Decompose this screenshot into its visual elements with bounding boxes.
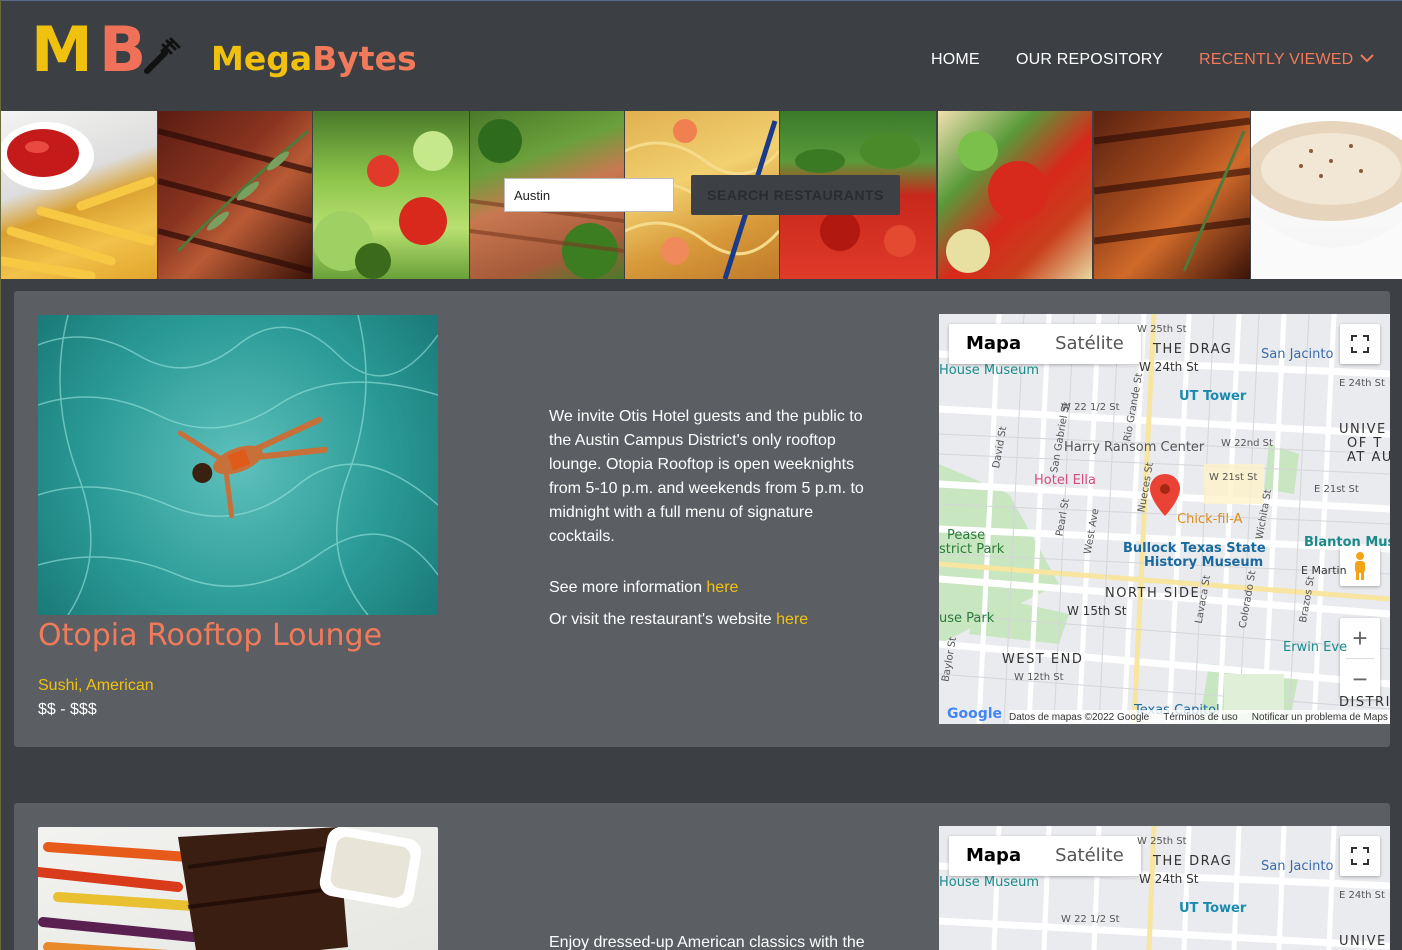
website-text: Or visit the restaurant's website [549,611,777,628]
restaurant-description: Enjoy dressed-up American classics with … [549,934,865,950]
map-label-harry-ransom: Harry Ransom Center [1064,440,1205,455]
map-label-bullock-1: Bullock Texas State [1123,541,1266,556]
map-label-blanton: Blanton Muse [1304,535,1390,550]
map-label-san-jacinto: San Jacinto [1261,859,1334,874]
map-label-distri: DISTRI [1339,695,1390,710]
more-info-link[interactable]: here [706,579,738,596]
map-report-link[interactable]: Notificar un problema de Maps [1252,712,1388,723]
map-label-pease-1: Pease [947,528,986,543]
nav-home[interactable]: HOME [931,50,980,70]
map-label-erwin: Erwin Eve [1283,640,1348,655]
map-label-w25: W 25th St [1137,836,1187,847]
location-pin-icon[interactable] [1150,474,1180,516]
food-image-cappuccino [1251,111,1402,279]
search-restaurants-button[interactable]: SEARCH RESTAURANTS [691,175,900,215]
map-label-w22-half: W 22 1/2 St [1061,914,1120,925]
website-link[interactable]: here [776,611,808,628]
map-label-e24: E 24th St [1339,890,1385,901]
zoom-in-button[interactable]: + [1352,618,1367,658]
fullscreen-button[interactable] [1340,836,1380,876]
map-label-w21: W 21st St [1209,472,1258,483]
map-label-chick-fil-a: Chick-fil-A [1177,512,1243,527]
map-label-w24: W 24th St [1139,360,1199,374]
pool-swimmer-image [38,315,438,615]
more-info-line: See more information here [549,579,738,597]
search-input[interactable] [504,178,674,212]
map-label-univ3: AT AU [1347,450,1390,465]
food-image-salad [313,111,469,279]
map-label-e24: E 24th St [1339,378,1385,389]
restaurant-price: $$ - $$$ [38,701,97,718]
grilled-meat-vegetables-image [38,827,422,950]
map-label-north-side: NORTH SIDE [1105,586,1201,601]
fork-icon [144,37,181,74]
map-label-ut-tower: UT Tower [1179,389,1247,404]
megabytes-logo[interactable]: M B [31,19,186,81]
map-label-use-park: use Park [939,611,995,626]
restaurant-categories: Sushi, American [38,677,154,694]
map-terms-link[interactable]: Términos de uso [1163,712,1237,723]
website-line: Or visit the restaurant's website here [549,611,808,629]
food-image-taco [938,111,1092,279]
restaurant-photo [38,315,438,615]
map-label-w24: W 24th St [1139,872,1199,886]
food-image-chicken [1094,111,1250,279]
map-label-w25: W 25th St [1137,324,1187,335]
fullscreen-icon [1351,335,1369,353]
map-label-w12: W 12th St [1014,672,1064,683]
nav-recently-viewed[interactable]: RECENTLY VIEWED [1199,50,1353,70]
map-label-san-jacinto: San Jacinto [1261,347,1334,362]
google-logo[interactable]: Google [947,706,1002,722]
brand-mega: Mega [211,39,313,78]
map-label-the-drag: THE DRAG [1153,854,1233,869]
restaurant-card: Otopia Rooftop Lounge Sushi, American $$… [14,291,1390,747]
site-header: M B MegaBytes HOME OUR REPOSITORY RECENT… [1,0,1402,111]
brand-bytes: Bytes [312,39,417,78]
map-label-house-museum: House Museum [939,363,1040,378]
map-label-ut-tower: UT Tower [1179,901,1247,916]
map-label-west-end: WEST END [1002,652,1084,667]
food-image-fries [1,111,157,279]
pegman-icon [1355,552,1365,580]
restaurant-name[interactable]: Otopia Rooftop Lounge [38,616,382,656]
map-type-satellite[interactable]: Satélite [1038,324,1141,364]
zoom-control: + − [1340,618,1380,699]
map-label-e21: E 21st St [1314,484,1359,495]
map-type-satellite[interactable]: Satélite [1038,836,1141,876]
restaurant-card: Enjoy dressed-up American classics with … [14,803,1390,950]
restaurant-photo [38,827,438,950]
chevron-down-icon[interactable] [1360,53,1374,63]
map-label-w15: W 15th St [1067,604,1127,618]
restaurant-description: We invite Otis Hotel guests and the publ… [549,408,864,545]
map-footer: Datos de mapas ©2022 Google Términos de … [1009,710,1390,724]
map-label-bullock-2: History Museum [1144,555,1264,570]
map-label-w22: W 22nd St [1221,438,1273,449]
map-type-control: Mapa Satélite [949,836,1141,876]
map-label-pease-2: strict Park [939,542,1005,557]
google-map[interactable]: Mapa Satélite + − THE DRAG W 25th St W 2… [939,314,1390,724]
brand-name[interactable]: MegaBytes [211,39,417,79]
zoom-out-button[interactable]: − [1352,659,1367,699]
map-data-credit: Datos de mapas ©2022 Google [1009,711,1150,723]
fullscreen-button[interactable] [1340,324,1380,364]
more-info-text: See more information [549,579,707,596]
map-label-univ1: UNIVE [1339,422,1387,437]
map-type-map[interactable]: Mapa [949,836,1038,876]
map-label-hotel-ella: Hotel Ella [1034,473,1096,488]
google-map[interactable]: Mapa Satélite THE DRAG W 25th St W 24th … [939,826,1390,950]
logo-letter-m: M [31,13,93,86]
food-image-steak [158,111,312,279]
nav-our-repository[interactable]: OUR REPOSITORY [1016,50,1163,70]
map-label-house-museum: House Museum [939,875,1040,890]
logo-letter-b: B [99,13,147,86]
map-label-univ2: OF T [1347,436,1383,451]
map-type-control: Mapa Satélite [949,324,1141,364]
fullscreen-icon [1351,847,1369,865]
map-label-the-drag: THE DRAG [1153,342,1233,357]
map-label-univ1: UNIVE [1339,934,1387,949]
map-type-map[interactable]: Mapa [949,324,1038,364]
